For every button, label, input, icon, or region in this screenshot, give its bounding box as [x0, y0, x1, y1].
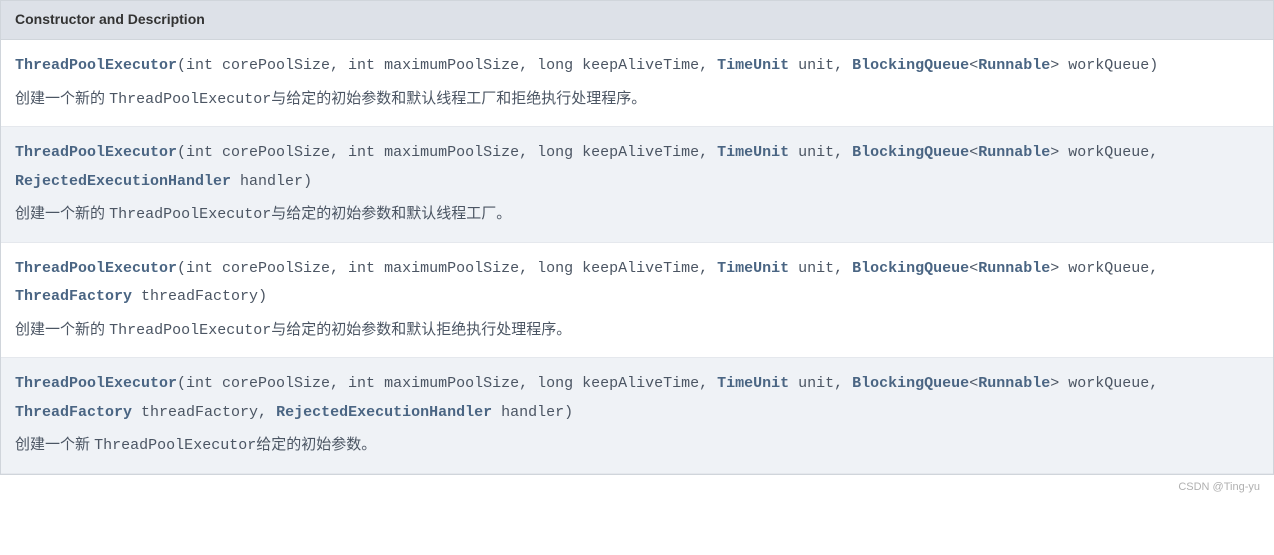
sig-text: (int corePoolSize, int maximumPoolSize, …	[177, 144, 717, 161]
sig-text: (int corePoolSize, int maximumPoolSize, …	[177, 57, 717, 74]
type-link-timeunit[interactable]: TimeUnit	[717, 375, 789, 392]
desc-text: 创建一个新的	[15, 90, 109, 107]
type-link-timeunit[interactable]: TimeUnit	[717, 57, 789, 74]
sig-text: handler	[231, 173, 303, 190]
constructor-signature: ThreadPoolExecutor(int corePoolSize, int…	[15, 52, 1259, 81]
class-name-link[interactable]: ThreadPoolExecutor	[15, 260, 177, 277]
type-link-runnable[interactable]: Runnable	[978, 375, 1050, 392]
type-link-handler[interactable]: RejectedExecutionHandler	[276, 404, 492, 421]
constructor-description: 创建一个新的 ThreadPoolExecutor与给定的初始参数和默认拒绝执行…	[15, 316, 1259, 346]
type-link-blockingqueue[interactable]: BlockingQueue	[852, 260, 969, 277]
type-link-runnable[interactable]: Runnable	[978, 57, 1050, 74]
desc-text: 创建一个新的	[15, 205, 109, 222]
table-header: Constructor and Description	[1, 1, 1273, 40]
sig-text: > workQueue	[1050, 57, 1149, 74]
desc-text: 与给定的初始参数和默认拒绝执行处理程序。	[271, 321, 571, 338]
sig-text: <	[969, 375, 978, 392]
sig-text: <	[969, 144, 978, 161]
sig-text: unit,	[789, 57, 852, 74]
type-link-handler[interactable]: RejectedExecutionHandler	[15, 173, 231, 190]
table-row: ThreadPoolExecutor(int corePoolSize, int…	[1, 358, 1273, 474]
constructor-table: Constructor and Description ThreadPoolEx…	[0, 0, 1274, 475]
constructor-description: 创建一个新的 ThreadPoolExecutor与给定的初始参数和默认线程工厂…	[15, 200, 1259, 230]
table-row: ThreadPoolExecutor(int corePoolSize, int…	[1, 127, 1273, 243]
type-link-blockingqueue[interactable]: BlockingQueue	[852, 57, 969, 74]
table-row: ThreadPoolExecutor(int corePoolSize, int…	[1, 243, 1273, 359]
sig-text: <	[969, 57, 978, 74]
type-link-runnable[interactable]: Runnable	[978, 260, 1050, 277]
desc-text: 与给定的初始参数和默认线程工厂。	[271, 205, 511, 222]
sig-text: )	[564, 404, 573, 421]
sig-text: handler	[492, 404, 564, 421]
sig-text: unit,	[789, 144, 852, 161]
desc-text: 给定的初始参数。	[256, 436, 376, 453]
sig-text: )	[258, 288, 267, 305]
sig-text: unit,	[789, 375, 852, 392]
sig-text: unit,	[789, 260, 852, 277]
sig-text: )	[303, 173, 312, 190]
class-name-link[interactable]: ThreadPoolExecutor	[15, 57, 177, 74]
type-link-timeunit[interactable]: TimeUnit	[717, 144, 789, 161]
desc-classname: ThreadPoolExecutor	[94, 437, 256, 454]
watermark: CSDN @Ting-yu	[0, 475, 1274, 495]
type-link-blockingqueue[interactable]: BlockingQueue	[852, 375, 969, 392]
sig-text: (int corePoolSize, int maximumPoolSize, …	[177, 375, 717, 392]
constructor-description: 创建一个新 ThreadPoolExecutor给定的初始参数。	[15, 431, 1259, 461]
class-name-link[interactable]: ThreadPoolExecutor	[15, 375, 177, 392]
type-link-blockingqueue[interactable]: BlockingQueue	[852, 144, 969, 161]
table-row: ThreadPoolExecutor(int corePoolSize, int…	[1, 40, 1273, 127]
sig-text: > workQueue,	[1050, 144, 1158, 161]
desc-classname: ThreadPoolExecutor	[109, 206, 271, 223]
type-link-threadfactory[interactable]: ThreadFactory	[15, 288, 132, 305]
sig-text: threadFactory	[132, 288, 258, 305]
sig-text: (int corePoolSize, int maximumPoolSize, …	[177, 260, 717, 277]
constructor-description: 创建一个新的 ThreadPoolExecutor与给定的初始参数和默认线程工厂…	[15, 85, 1259, 115]
desc-text: 与给定的初始参数和默认线程工厂和拒绝执行处理程序。	[271, 90, 646, 107]
constructor-signature: ThreadPoolExecutor(int corePoolSize, int…	[15, 139, 1259, 196]
sig-text: > workQueue,	[1050, 260, 1158, 277]
desc-classname: ThreadPoolExecutor	[109, 91, 271, 108]
type-link-threadfactory[interactable]: ThreadFactory	[15, 404, 132, 421]
desc-text: 创建一个新的	[15, 321, 109, 338]
type-link-timeunit[interactable]: TimeUnit	[717, 260, 789, 277]
sig-text: threadFactory,	[132, 404, 276, 421]
type-link-runnable[interactable]: Runnable	[978, 144, 1050, 161]
desc-text: 创建一个新	[15, 436, 94, 453]
sig-text: <	[969, 260, 978, 277]
constructor-signature: ThreadPoolExecutor(int corePoolSize, int…	[15, 255, 1259, 312]
table-header-title: Constructor and Description	[15, 11, 205, 27]
sig-text: )	[1149, 57, 1158, 74]
desc-classname: ThreadPoolExecutor	[109, 322, 271, 339]
class-name-link[interactable]: ThreadPoolExecutor	[15, 144, 177, 161]
constructor-signature: ThreadPoolExecutor(int corePoolSize, int…	[15, 370, 1259, 427]
sig-text: > workQueue,	[1050, 375, 1158, 392]
